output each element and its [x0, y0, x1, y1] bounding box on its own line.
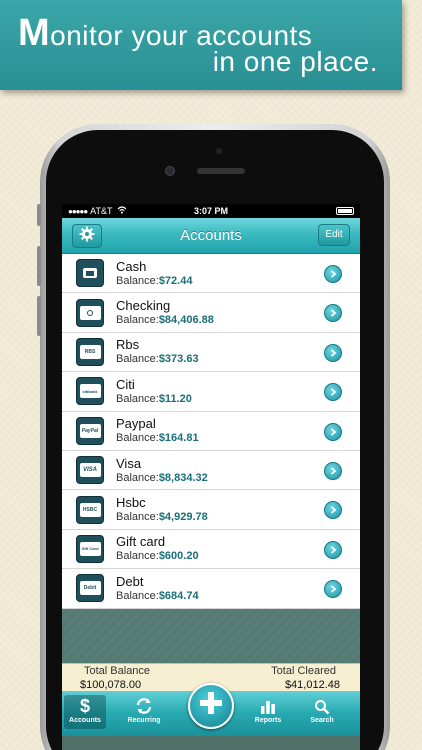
account-name: Hsbc: [116, 495, 146, 511]
balance-label: Balance:: [116, 314, 159, 327]
account-name: Checking: [116, 298, 171, 314]
chevron-right-icon[interactable]: [324, 461, 342, 480]
tab-reports[interactable]: Reports: [248, 695, 288, 729]
status-time: 3:07 PM: [193, 206, 228, 216]
gift-card-icon: Gift Card: [76, 534, 104, 563]
rbs-card-icon: RBS: [76, 337, 104, 366]
total-balance-value: $100,078.00: [80, 678, 142, 691]
chevron-right-icon[interactable]: [324, 343, 342, 362]
balance-label: Balance:: [116, 432, 159, 445]
volume-down-button: [37, 296, 41, 336]
account-row-debt[interactable]: Debit Debt Balance:$684.74: [62, 569, 360, 609]
account-balance: $84,406.88: [158, 314, 214, 327]
add-transaction-button[interactable]: [188, 682, 234, 729]
account-balance: $164.81: [158, 432, 199, 445]
proximity-sensor: [216, 148, 222, 154]
account-balance: $373.63: [158, 353, 199, 366]
promo-banner: Monitor your accounts in one place.: [0, 0, 402, 90]
tab-search[interactable]: Search: [302, 695, 342, 729]
debit-card-icon: Debit: [76, 574, 104, 603]
account-row-hsbc[interactable]: HSBC Hsbc Balance:$4,929.78: [62, 490, 360, 530]
account-balance: $11.20: [158, 392, 192, 405]
plus-icon: [198, 690, 224, 721]
account-row-citi[interactable]: citibank Citi Balance:$11.20: [62, 372, 360, 412]
chevron-right-icon[interactable]: [324, 265, 342, 283]
status-bar: ●●●●● AT&T 3:07 PM: [62, 204, 360, 218]
cash-icon: [76, 259, 104, 288]
edit-button[interactable]: Edit: [318, 224, 350, 246]
chevron-right-icon[interactable]: [324, 540, 342, 559]
account-balance: $600.20: [158, 550, 199, 563]
chevron-right-icon[interactable]: [324, 383, 342, 402]
balance-label: Balance:: [116, 353, 159, 366]
list-background: [62, 608, 360, 663]
citi-card-icon: citibank: [76, 377, 104, 406]
account-balance: $4,929.78: [158, 511, 208, 524]
app-screen: ●●●●● AT&T 3:07 PM Accounts Edit Cash Ba…: [62, 204, 360, 750]
account-row-cash[interactable]: Cash Balance:$72.44: [62, 254, 360, 294]
account-balance: $684.74: [158, 589, 199, 602]
balance-label: Balance:: [116, 589, 159, 602]
chevron-right-icon[interactable]: [324, 304, 342, 323]
tab-accounts[interactable]: $ Accounts: [64, 694, 106, 729]
account-balance: $8,834.32: [158, 471, 208, 484]
account-name: Cash: [116, 258, 147, 274]
account-name: Debt: [116, 573, 144, 589]
front-camera: [165, 166, 175, 176]
chevron-right-icon[interactable]: [324, 501, 342, 520]
total-balance-label: Total Balance: [84, 664, 151, 677]
page-title: Accounts: [180, 227, 242, 244]
volume-up-button: [37, 246, 41, 286]
earpiece-speaker: [197, 168, 245, 174]
dollar-icon: $: [79, 695, 90, 716]
account-balance: $72.44: [158, 274, 193, 287]
account-name: Paypal: [116, 416, 156, 432]
mute-switch: [37, 204, 41, 226]
account-name: Citi: [116, 376, 135, 392]
account-row-gift-card[interactable]: Gift Card Gift card Balance:$600.20: [62, 530, 360, 570]
paypal-icon: PayPal: [76, 416, 104, 445]
visa-card-icon: VISA: [76, 456, 104, 485]
accounts-list: Cash Balance:$72.44 Checking Balance:$84…: [62, 254, 360, 609]
chevron-right-icon[interactable]: [324, 580, 342, 599]
balance-label: Balance:: [116, 550, 159, 563]
bar-chart-icon: [248, 695, 288, 715]
balance-label: Balance:: [116, 392, 159, 405]
banner-line-2: in one place.: [212, 46, 378, 77]
total-cleared-label: Total Cleared: [271, 664, 336, 677]
balance-label: Balance:: [116, 274, 159, 287]
account-name: Rbs: [116, 337, 140, 353]
search-icon: [302, 695, 342, 715]
checking-icon: [76, 298, 104, 327]
refresh-icon: [124, 695, 164, 715]
chevron-right-icon[interactable]: [324, 422, 342, 441]
account-row-checking[interactable]: Checking Balance:$84,406.88: [62, 293, 360, 333]
tab-recurring[interactable]: Recurring: [124, 695, 164, 729]
account-row-rbs[interactable]: RBS Rbs Balance:$373.63: [62, 333, 360, 373]
account-row-paypal[interactable]: PayPal Paypal Balance:$164.81: [62, 412, 360, 451]
hsbc-card-icon: HSBC: [76, 495, 104, 524]
nav-bar: Accounts Edit: [62, 218, 360, 254]
account-row-visa[interactable]: VISA Visa Balance:$8,834.32: [62, 451, 360, 491]
account-name: Gift card: [116, 534, 166, 550]
battery-icon: [336, 207, 354, 215]
total-cleared-value: $41,012.48: [284, 678, 340, 691]
tab-bar: $ Accounts Recurring Reports Search: [62, 682, 360, 736]
balance-label: Balance:: [116, 511, 159, 524]
balance-label: Balance:: [116, 471, 159, 484]
account-name: Visa: [116, 455, 142, 471]
